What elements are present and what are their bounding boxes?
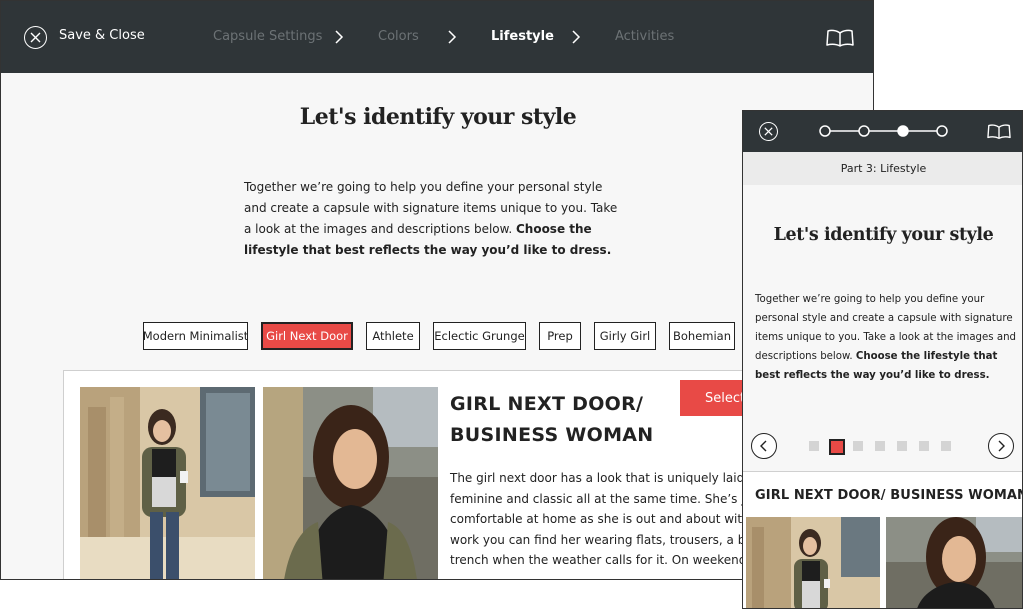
mobile-top-bar — [743, 111, 1022, 152]
carousel-dot[interactable] — [897, 441, 907, 451]
card-title-line: GIRL NEXT DOOR/ — [450, 393, 644, 415]
desktop-top-bar: Save & Close Capsule Settings Colors Lif… — [1, 1, 873, 73]
tab-modern-minimalist[interactable]: Modern Minimalist — [143, 322, 248, 350]
close-icon[interactable] — [24, 26, 47, 49]
open-book-icon[interactable] — [826, 28, 854, 48]
card-title: GIRL NEXT DOOR/ BUSINESS WOMAN — [450, 389, 750, 451]
tab-eclectic-grunge[interactable]: Eclectic Grunge — [433, 322, 526, 350]
carousel-dot-active[interactable] — [829, 439, 845, 455]
carousel-next-button[interactable] — [988, 433, 1014, 459]
tab-bohemian[interactable]: Bohemian — [669, 322, 735, 350]
chevron-right-icon — [335, 30, 344, 44]
chevron-right-icon — [448, 30, 457, 44]
tab-girly-girl[interactable]: Girly Girl — [594, 322, 656, 350]
carousel-prev-button[interactable] — [751, 433, 777, 459]
style-photo-walking — [80, 387, 255, 579]
card-title: GIRL NEXT DOOR/ BUSINESS WOMAN — [755, 488, 1023, 503]
style-photo-portrait — [263, 387, 438, 579]
open-book-icon[interactable] — [987, 123, 1011, 140]
chevron-right-icon — [572, 30, 581, 44]
tab-athlete[interactable]: Athlete — [366, 322, 420, 350]
page-title: Let's identify your style — [773, 225, 994, 245]
progress-stepper — [819, 125, 948, 137]
chevron-right-icon — [998, 440, 1005, 452]
tab-girl-next-door[interactable]: Girl Next Door — [261, 322, 353, 350]
carousel-dot[interactable] — [853, 441, 863, 451]
carousel-dot[interactable] — [919, 441, 929, 451]
carousel-dots — [809, 439, 969, 455]
close-icon[interactable] — [759, 122, 778, 141]
step-lifestyle[interactable]: Lifestyle — [491, 29, 554, 44]
style-photo-walking — [746, 517, 880, 608]
step-colors[interactable]: Colors — [378, 29, 419, 44]
step-capsule-settings[interactable]: Capsule Settings — [213, 29, 322, 44]
chevron-left-icon — [760, 440, 767, 452]
carousel-dot[interactable] — [875, 441, 885, 451]
step-activities[interactable]: Activities — [615, 29, 674, 44]
part-label: Part 3: Lifestyle — [743, 152, 1022, 185]
intro-paragraph: Together we’re going to help you define … — [755, 290, 1017, 385]
carousel-dot[interactable] — [941, 441, 951, 451]
screenshot-stage: Save & Close Capsule Settings Colors Lif… — [0, 0, 1024, 609]
carousel-dot[interactable] — [809, 441, 819, 451]
lifestyle-card: GIRL NEXT DOOR/ BUSINESS WOMAN — [743, 471, 1023, 608]
card-title-line: BUSINESS WOMAN — [450, 424, 654, 446]
mobile-window: Part 3: Lifestyle Let's identify your st… — [742, 110, 1023, 609]
intro-paragraph: Together we’re going to help you define … — [244, 177, 624, 261]
tab-prep[interactable]: Prep — [539, 322, 581, 350]
style-photo-portrait — [886, 517, 1022, 608]
save-close-button[interactable]: Save & Close — [59, 28, 145, 43]
